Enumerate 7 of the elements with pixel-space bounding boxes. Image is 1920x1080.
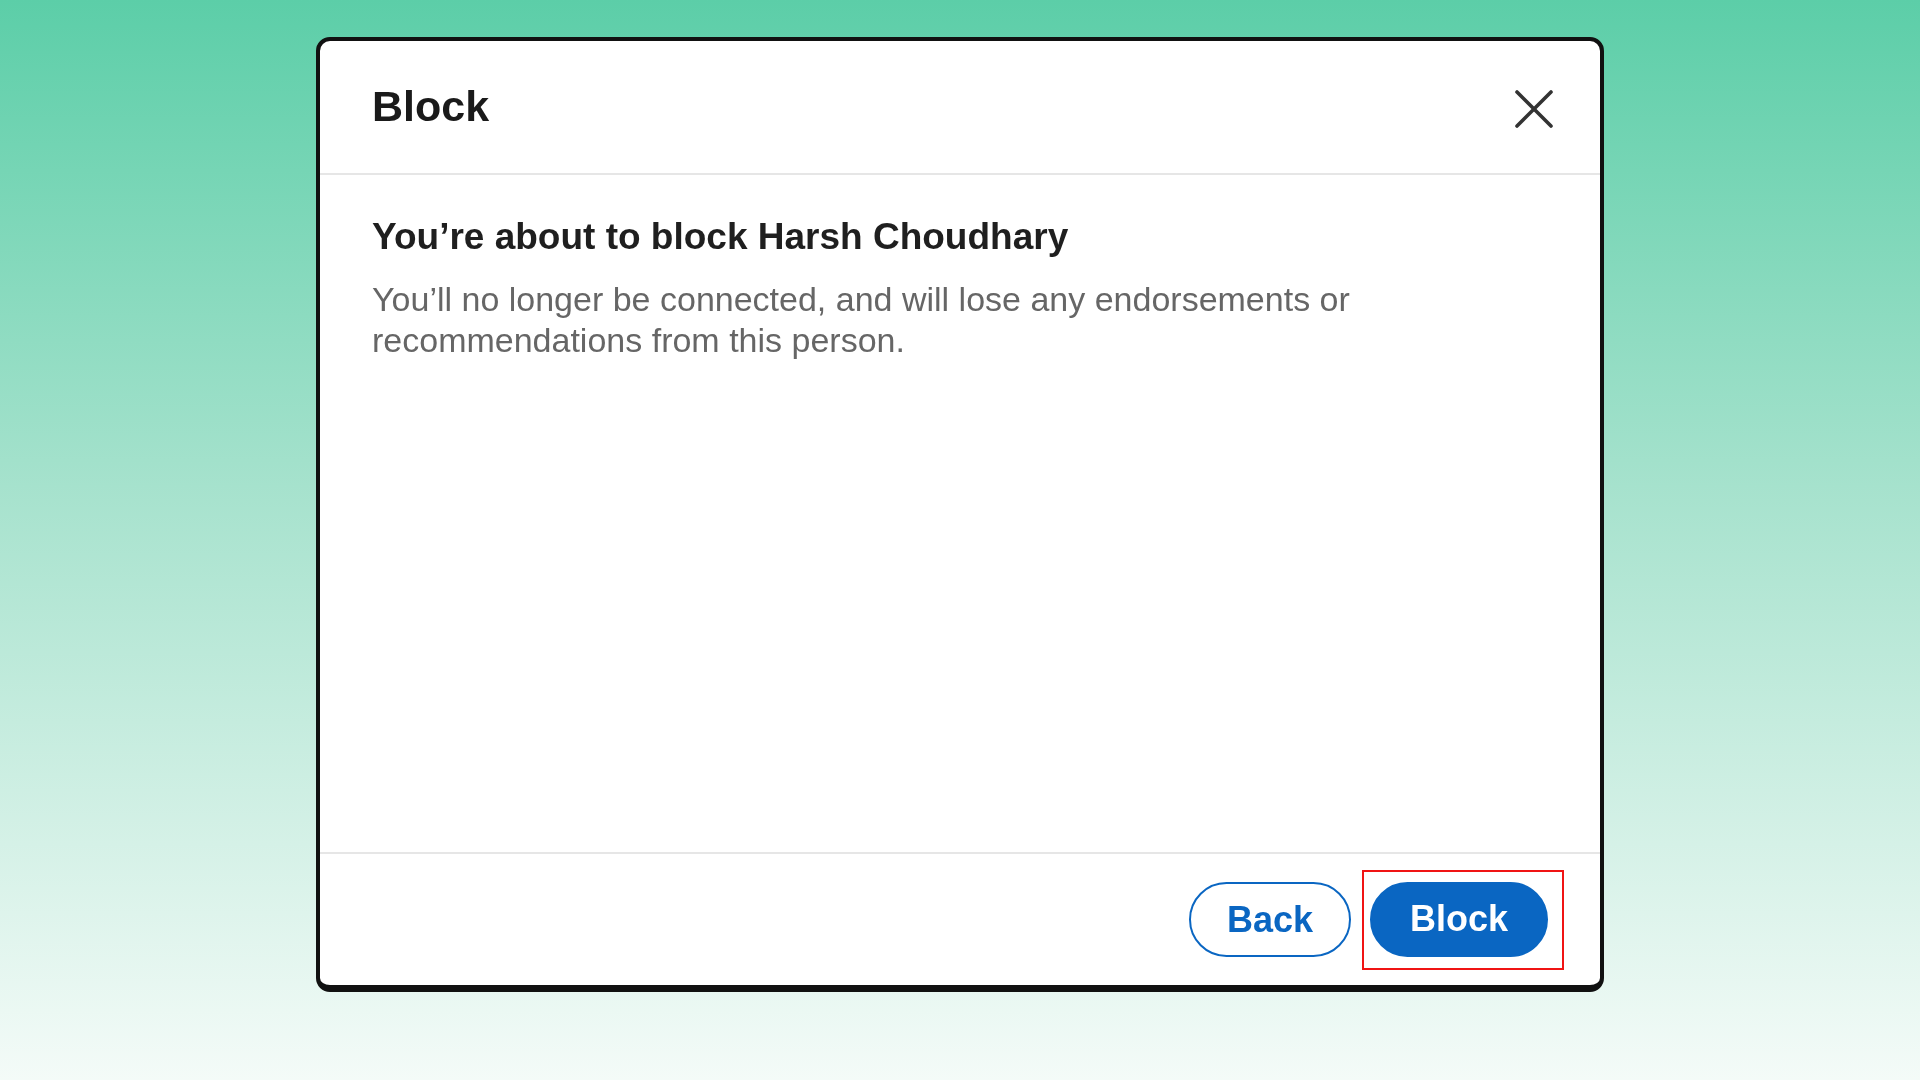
- back-button[interactable]: Back: [1188, 882, 1351, 957]
- dialog-title: Block: [372, 83, 490, 131]
- close-button[interactable]: [1514, 89, 1554, 129]
- dialog-heading: You’re about to block Harsh Choudhary: [372, 215, 1070, 259]
- dialog-message: You’ll no longer be connected, and will lose any endorsements or recommendations from this person.: [372, 279, 1351, 362]
- block-button[interactable]: Block: [1369, 881, 1548, 957]
- close-icon: [1514, 89, 1554, 129]
